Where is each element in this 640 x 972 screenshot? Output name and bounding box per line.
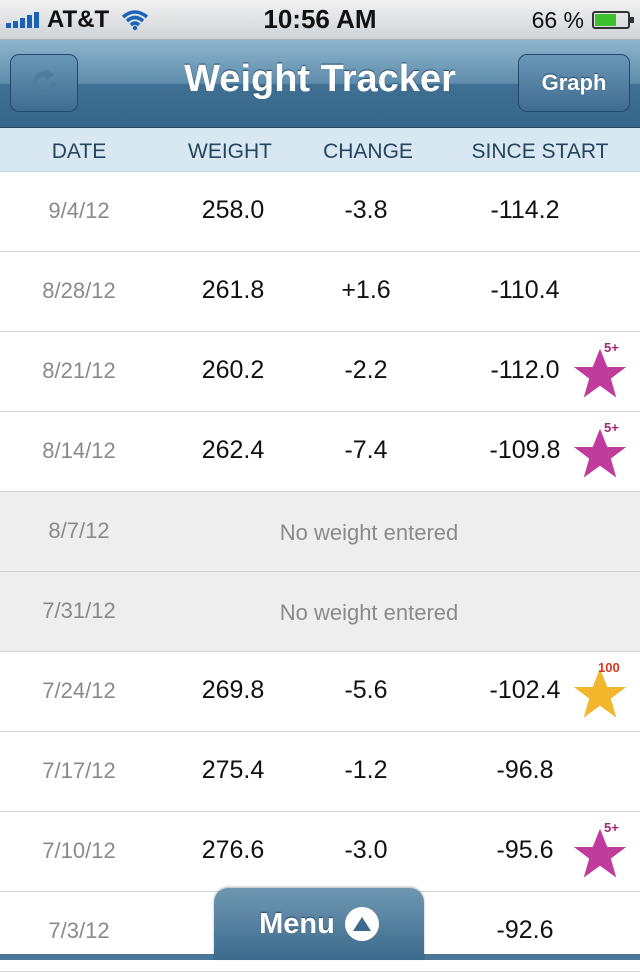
row-date: 7/24/12: [42, 678, 116, 703]
achievement-badge: 100: [598, 660, 620, 675]
row-date: 7/3/12: [48, 918, 110, 943]
row-date: 7/17/12: [42, 758, 116, 783]
row-date: 7/10/12: [42, 838, 116, 863]
table-row[interactable]: 8/21/12 260.2 -2.2 -112.0 5+: [0, 332, 640, 412]
row-date: 8/7/12: [48, 518, 110, 543]
row-weight: 275.4: [201, 756, 265, 784]
row-since-start: -92.6: [496, 916, 554, 944]
column-header: DATE WEIGHT CHANGE SINCE START: [0, 128, 640, 172]
row-date: 8/28/12: [42, 278, 116, 303]
row-weight: 261.8: [201, 276, 265, 304]
column-change: CHANGE: [323, 140, 413, 163]
row-weight: 276.6: [201, 836, 265, 864]
table-row[interactable]: 8/7/12 No weight entered: [0, 492, 640, 572]
row-weight: 269.8: [201, 676, 265, 704]
row-change: -7.4: [344, 436, 388, 464]
row-change: -2.2: [344, 356, 388, 384]
row-date: 8/14/12: [42, 438, 116, 463]
row-date: 7/31/12: [42, 598, 116, 623]
table-row[interactable]: 9/4/12 258.0 -3.8 -114.2: [0, 172, 640, 252]
row-since-start: -96.8: [496, 756, 554, 784]
achievement-badge: 5+: [604, 420, 619, 435]
star-icon: [568, 343, 632, 403]
nav-bar: Weight Tracker Graph: [0, 40, 640, 128]
table-row[interactable]: 7/17/12 275.4 -1.2 -96.8: [0, 732, 640, 812]
row-date: 9/4/12: [48, 198, 110, 223]
battery-percent: 66 %: [531, 6, 584, 33]
row-change: +1.6: [341, 276, 391, 304]
column-since-start: SINCE START: [471, 140, 609, 163]
row-weight: 262.4: [201, 436, 265, 464]
graph-button[interactable]: Graph: [518, 54, 630, 112]
star-icon: [568, 823, 632, 883]
row-since-start: -110.4: [490, 276, 560, 304]
battery-fill: [595, 14, 617, 26]
row-change: -1.2: [344, 756, 388, 784]
table-row[interactable]: 7/31/12 No weight entered: [0, 572, 640, 652]
weight-list: 9/4/12 258.0 -3.8 -114.2 8/28/12 261.8 +1.6 -11…: [0, 172, 640, 972]
menu-button[interactable]: Menu: [214, 888, 424, 960]
status-bar: AT&T 10:56 AM 66 %: [0, 0, 640, 40]
row-change: -3.0: [344, 836, 388, 864]
row-change: -5.6: [344, 676, 388, 704]
row-message: No weight entered: [279, 520, 459, 545]
table-row[interactable]: 7/10/12 276.6 -3.0 -95.6 5+: [0, 812, 640, 892]
column-weight: WEIGHT: [188, 140, 272, 163]
battery-nub: [630, 17, 634, 23]
achievement-badge: 5+: [604, 820, 619, 835]
column-date: DATE: [51, 140, 107, 163]
row-weight: 258.0: [201, 196, 265, 224]
table-row[interactable]: 7/24/12 269.8 -5.6 -102.4 100: [0, 652, 640, 732]
table-row[interactable]: 8/14/12 262.4 -7.4 -109.8 5+: [0, 412, 640, 492]
row-message: No weight entered: [279, 600, 459, 625]
row-date: 8/21/12: [42, 358, 116, 383]
menu-label: Menu: [259, 907, 335, 940]
row-since-start: -114.2: [490, 196, 560, 224]
triangle-up-icon: [344, 907, 379, 941]
achievement-badge: 5+: [604, 340, 619, 355]
star-icon: [568, 423, 632, 483]
row-change: -3.8: [344, 196, 388, 224]
battery-icon: [592, 11, 634, 29]
row-weight: 260.2: [201, 356, 265, 384]
table-row[interactable]: 8/28/12 261.8 +1.6 -110.4: [0, 252, 640, 332]
